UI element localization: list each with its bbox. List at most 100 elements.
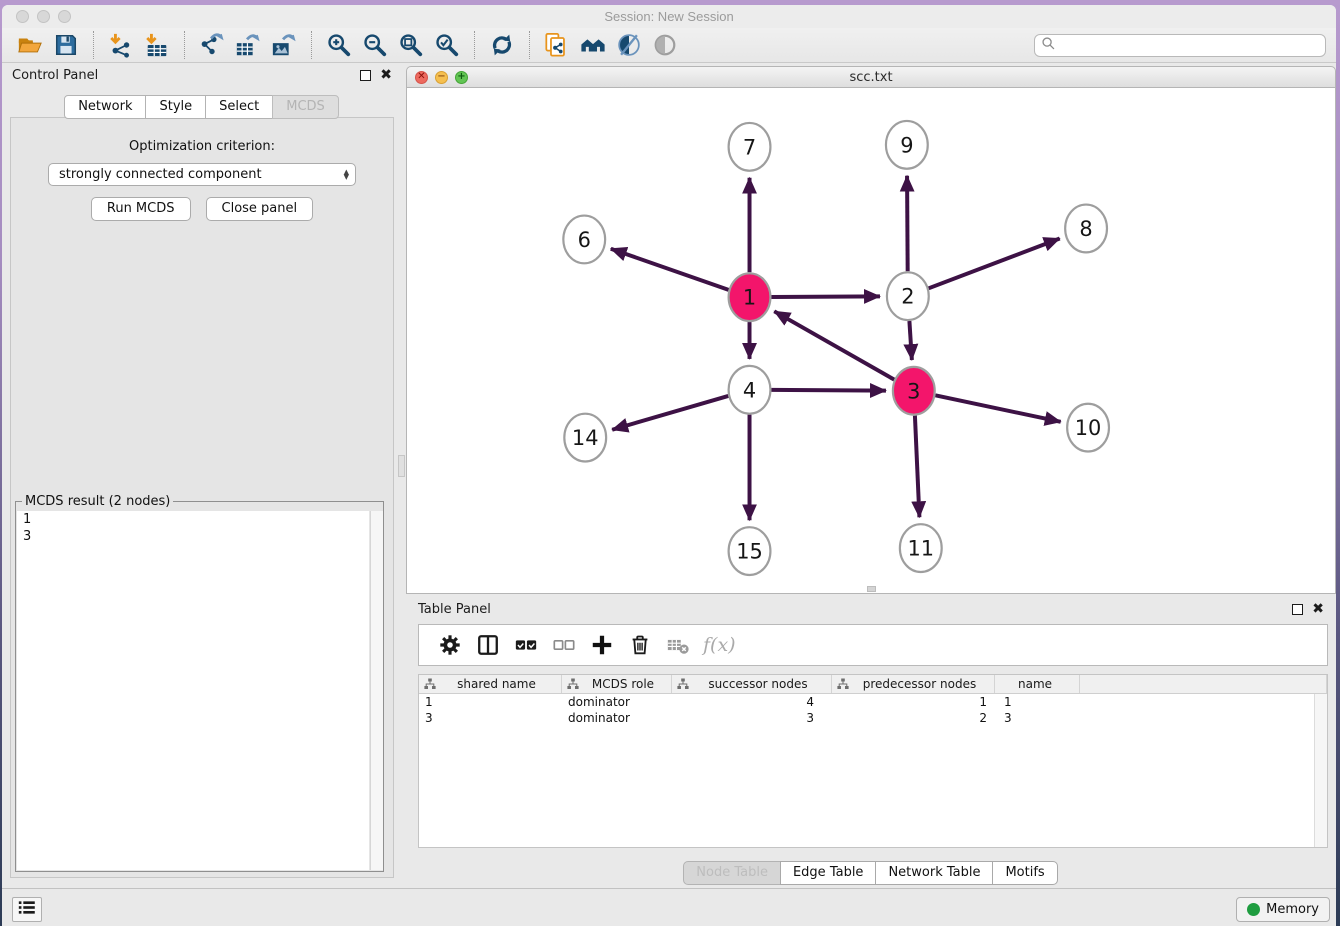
export-network-icon[interactable] [194, 30, 230, 60]
graph-node-8[interactable]: 8 [1065, 205, 1107, 253]
table-cell[interactable]: 1 [995, 694, 1080, 710]
result-scrollbar[interactable] [370, 511, 383, 870]
graph-node-2[interactable]: 2 [887, 272, 929, 320]
zoom-out-icon[interactable] [357, 30, 393, 60]
import-table-icon[interactable] [139, 30, 175, 60]
close-panel-icon[interactable]: ✖ [380, 70, 392, 81]
graph-node-9[interactable]: 9 [886, 121, 928, 169]
table-cell[interactable]: dominator [562, 710, 672, 726]
graph-edge-1-6[interactable] [611, 249, 729, 290]
tab-network[interactable]: Network [64, 95, 146, 119]
tab-select[interactable]: Select [205, 95, 273, 119]
graph-edge-3-10[interactable] [935, 395, 1060, 421]
graph-edge-2-9[interactable] [907, 176, 908, 272]
save-session-icon[interactable] [48, 30, 84, 60]
column-header-name[interactable]: name [995, 675, 1080, 693]
column-type-icon [567, 678, 579, 690]
result-line: 1 [17, 511, 369, 528]
column-type-icon [424, 678, 436, 690]
zoom-in-icon[interactable] [321, 30, 357, 60]
splitter-handle[interactable] [398, 455, 405, 477]
add-column-icon[interactable] [583, 628, 621, 662]
export-image-icon[interactable] [266, 30, 302, 60]
delete-table-icon[interactable] [659, 628, 697, 662]
search-box[interactable] [1034, 34, 1326, 57]
clone-network-icon[interactable] [539, 30, 575, 60]
close-panel-button[interactable]: Close panel [206, 197, 314, 221]
table-cell[interactable]: 1 [832, 694, 995, 710]
graph-node-10[interactable]: 10 [1067, 404, 1109, 452]
zoom-selected-icon[interactable] [429, 30, 465, 60]
select-all-rows-icon[interactable] [507, 628, 545, 662]
delete-column-icon[interactable] [621, 628, 659, 662]
style-icon[interactable] [611, 30, 647, 60]
float-table-panel-icon[interactable] [1292, 604, 1303, 615]
table-scrollbar[interactable] [1314, 694, 1327, 847]
float-panel-icon[interactable] [360, 70, 371, 81]
titlebar: Session: New Session [2, 5, 1336, 28]
column-header-successor-nodes[interactable]: successor nodes [672, 675, 832, 693]
table-settings-icon[interactable] [431, 628, 469, 662]
graph-edge-4-3[interactable] [771, 390, 886, 391]
graph-node-4[interactable]: 4 [729, 366, 771, 414]
search-input[interactable] [1060, 38, 1319, 52]
tab-edge-table[interactable]: Edge Table [780, 861, 876, 885]
zoom-fit-icon[interactable] [393, 30, 429, 60]
table-cell[interactable]: 3 [672, 710, 832, 726]
graph-edge-4-14[interactable] [612, 396, 728, 430]
main-toolbar [2, 28, 1336, 63]
tab-motifs[interactable]: Motifs [992, 861, 1057, 885]
task-history-button[interactable] [12, 897, 42, 922]
graph-node-11[interactable]: 11 [900, 524, 942, 572]
network-canvas[interactable]: 7 9 6 8 1 2 4 3 14 10 15 11 [406, 88, 1336, 594]
column-header-MCDS-role[interactable]: MCDS role [562, 675, 672, 693]
function-builder-icon[interactable]: f(x) [703, 634, 736, 656]
table-row[interactable]: 1dominator411 [419, 694, 1327, 710]
column-header-shared-name[interactable]: shared name [419, 675, 562, 693]
deselect-all-rows-icon[interactable] [545, 628, 583, 662]
tab-node-table[interactable]: Node Table [683, 861, 781, 885]
run-mcds-button[interactable]: Run MCDS [91, 197, 191, 221]
graph-node-1[interactable]: 1 [729, 273, 771, 321]
table-cell[interactable]: 2 [832, 710, 995, 726]
svg-text:11: 11 [907, 537, 934, 561]
graph-edge-2-3[interactable] [909, 321, 911, 360]
graph-node-14[interactable]: 14 [564, 414, 606, 462]
apply-layout-icon[interactable] [484, 30, 520, 60]
graph-node-6[interactable]: 6 [563, 216, 605, 264]
table-cell[interactable]: 1 [419, 694, 562, 710]
mcds-panel: Optimization criterion: strongly connect… [10, 117, 394, 878]
memory-button[interactable]: Memory [1236, 897, 1330, 922]
graph-node-15[interactable]: 15 [729, 527, 771, 575]
graph-edge-2-8[interactable] [929, 238, 1060, 288]
table-header-row: shared nameMCDS rolesuccessor nodesprede… [419, 675, 1327, 694]
tab-mcds[interactable]: MCDS [272, 95, 339, 119]
canvas-scroll-thumb[interactable] [867, 586, 876, 592]
control-panel-header: Control Panel ✖ [2, 63, 402, 87]
tab-style[interactable]: Style [145, 95, 206, 119]
table-cell[interactable]: 3 [419, 710, 562, 726]
open-session-icon[interactable] [12, 30, 48, 60]
criterion-select[interactable]: strongly connected component ▲▼ [48, 163, 356, 186]
close-table-panel-icon[interactable]: ✖ [1312, 604, 1324, 615]
eye-icon[interactable] [647, 30, 683, 60]
graph-node-7[interactable]: 7 [729, 123, 771, 171]
export-table-icon[interactable] [230, 30, 266, 60]
tab-network-table[interactable]: Network Table [875, 861, 993, 885]
table-row[interactable]: 3dominator323 [419, 710, 1327, 726]
graph-edge-1-2[interactable] [771, 296, 880, 297]
toolbar-separator [529, 31, 530, 59]
graph-node-3[interactable]: 3 [893, 367, 935, 415]
toolbar-separator [311, 31, 312, 59]
toolbar-icon-groups [12, 30, 683, 60]
table-cell[interactable]: dominator [562, 694, 672, 710]
optimization-label: Optimization criterion: [11, 139, 393, 154]
graph-edge-3-1[interactable] [774, 311, 894, 379]
import-network-icon[interactable] [103, 30, 139, 60]
home-icon[interactable] [575, 30, 611, 60]
graph-edge-3-11[interactable] [915, 416, 920, 518]
table-cell[interactable]: 4 [672, 694, 832, 710]
column-header-predecessor-nodes[interactable]: predecessor nodes [832, 675, 995, 693]
toggle-columns-icon[interactable] [469, 628, 507, 662]
table-cell[interactable]: 3 [995, 710, 1080, 726]
